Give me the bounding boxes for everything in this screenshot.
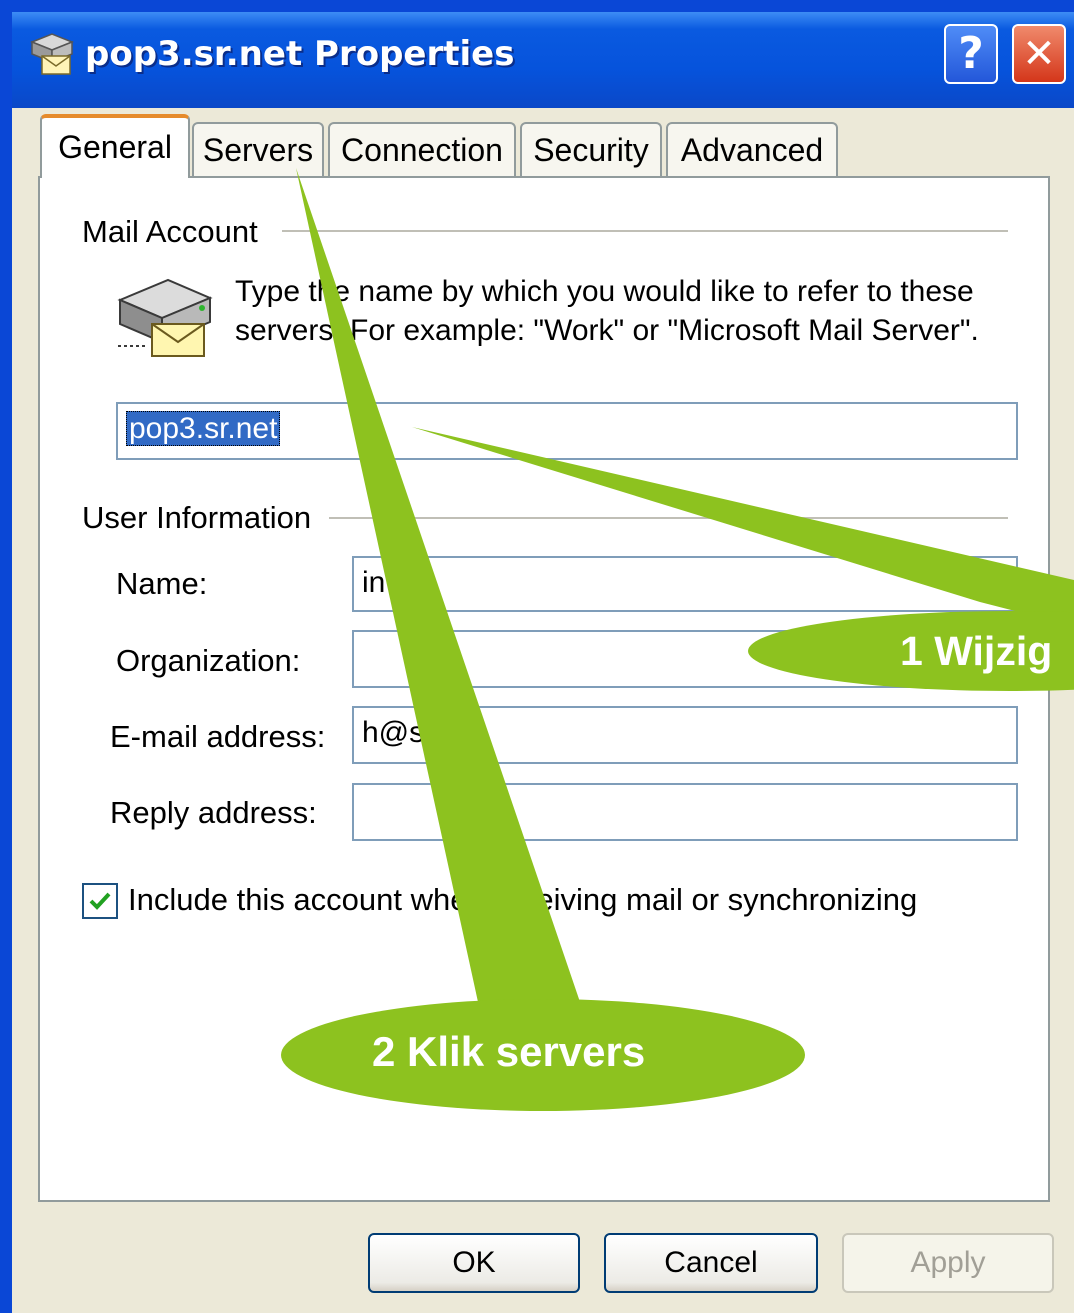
close-icon: ✕ <box>1022 31 1056 77</box>
tab-general[interactable]: General <box>40 114 190 178</box>
help-icon: ? <box>958 28 984 79</box>
organization-label: Organization: <box>116 643 301 678</box>
close-button[interactable]: ✕ <box>1012 24 1066 84</box>
reply-address-label: Reply address: <box>110 795 317 830</box>
apply-button[interactable]: Apply <box>842 1233 1054 1293</box>
include-account-label: Include this account when receiving mail… <box>128 882 918 917</box>
email-label: E-mail address: <box>110 719 326 754</box>
reply-address-input[interactable] <box>352 783 1018 841</box>
name-label: Name: <box>116 566 208 601</box>
name-input[interactable]: in <box>352 556 1018 612</box>
tab-servers[interactable]: Servers <box>192 122 324 176</box>
callout-2-label: 2 Klik servers <box>372 1028 646 1075</box>
window-frame-left <box>0 0 12 1313</box>
mail-account-icon <box>112 272 216 362</box>
tab-security[interactable]: Security <box>520 122 662 176</box>
help-button[interactable]: ? <box>944 24 998 84</box>
mail-account-description: Type the name by which you would like to… <box>235 275 979 347</box>
mail-account-divider <box>282 230 1008 232</box>
tab-connection[interactable]: Connection <box>328 122 516 176</box>
include-account-checkbox[interactable] <box>82 883 118 919</box>
window-title: pop3.sr.net Properties <box>85 34 515 74</box>
tab-advanced[interactable]: Advanced <box>666 122 838 176</box>
email-input[interactable]: h@s <box>352 706 1018 764</box>
mail-account-heading: Mail Account <box>82 214 276 250</box>
checkmark-icon <box>89 892 111 910</box>
user-info-divider <box>318 517 1008 519</box>
account-name-value: pop3.sr.net <box>126 411 281 446</box>
cancel-button[interactable]: Cancel <box>604 1233 818 1293</box>
account-name-input[interactable]: pop3.sr.net <box>116 402 1018 460</box>
window-frame-top <box>0 0 1074 12</box>
mail-server-icon <box>26 32 76 78</box>
ok-button[interactable]: OK <box>368 1233 580 1293</box>
callout-1-label: 1 Wijzig <box>900 628 1053 674</box>
user-info-heading: User Information <box>82 500 330 536</box>
